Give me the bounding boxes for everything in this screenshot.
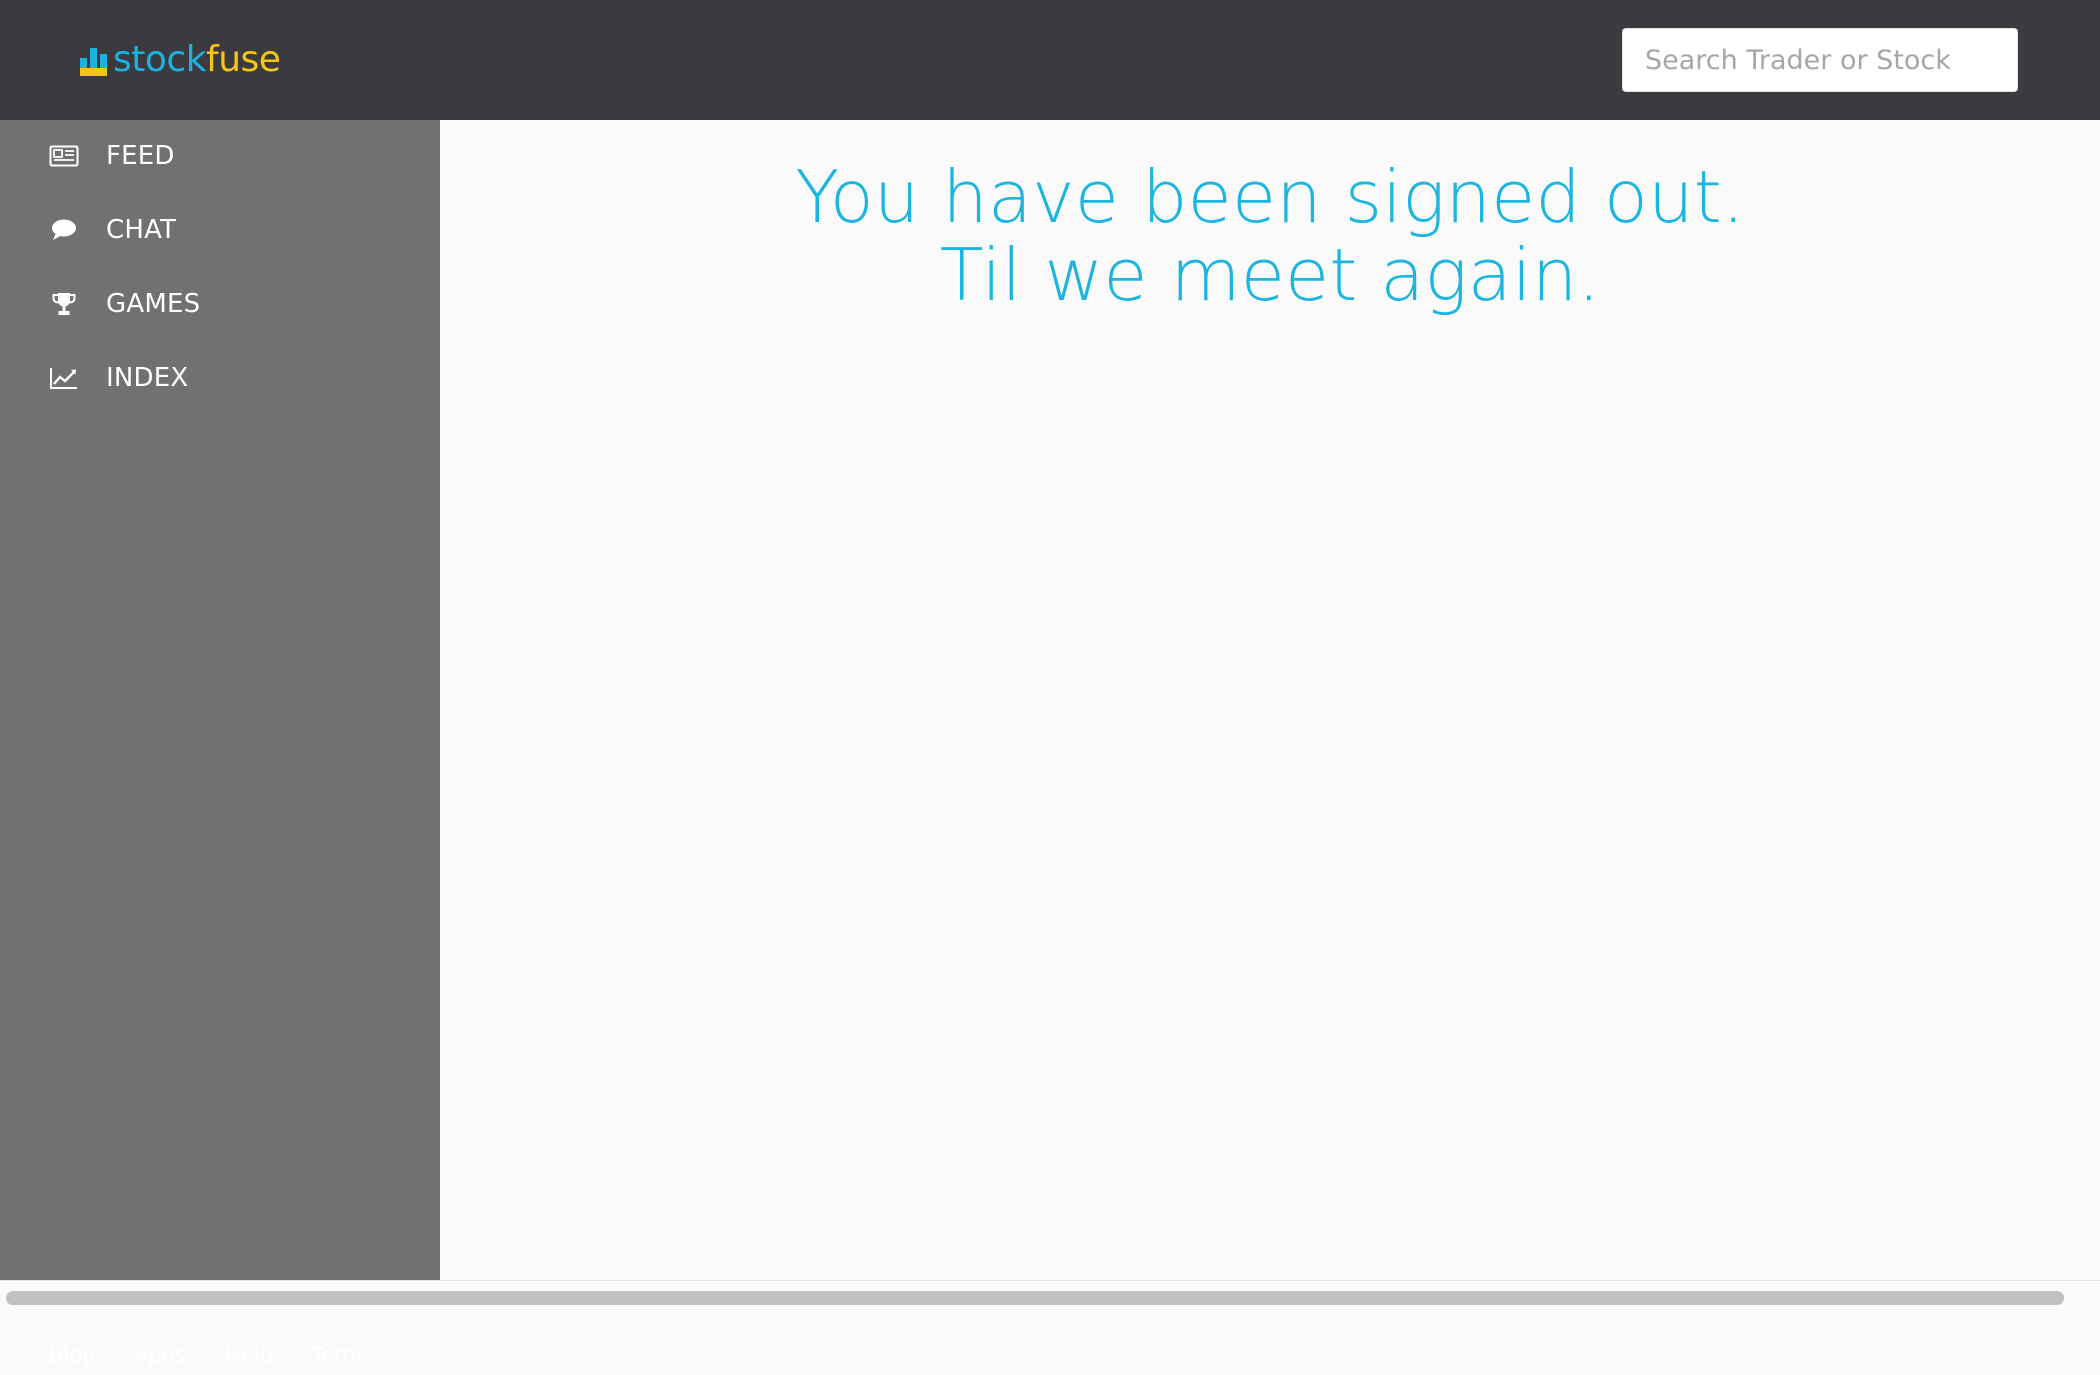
sidebar-item-feed[interactable]: FEED — [0, 126, 440, 186]
stockfuse-logo[interactable]: stockfuse — [79, 38, 281, 82]
sidebar: FEED CHAT GAMES INDEX Blog Apps Help Ter… — [0, 120, 440, 1367]
logo-text: stockfuse — [113, 38, 281, 82]
logo-text-fuse: fuse — [206, 39, 281, 80]
horizontal-scrollbar[interactable] — [0, 1280, 2100, 1310]
search-input[interactable] — [1622, 28, 2018, 92]
signed-out-line: You have been signed out. — [795, 155, 1745, 239]
speech-bubble-icon — [48, 214, 80, 246]
sidebar-footer-links: Blog Apps Help Terms — [0, 1335, 440, 1375]
logo-bars-icon — [80, 48, 107, 76]
main-content: You have been signed out. Til we meet ag… — [440, 120, 2100, 1280]
top-bar: stockfuse — [0, 0, 2100, 120]
sidebar-item-label: GAMES — [106, 289, 201, 319]
line-chart-icon — [48, 362, 80, 394]
farewell-line: Til we meet again. — [939, 233, 1601, 317]
sidebar-item-label: FEED — [106, 141, 175, 171]
footer-link-blog[interactable]: Blog — [49, 1335, 95, 1375]
signed-out-message: You have been signed out. Til we meet ag… — [440, 158, 2100, 314]
logo-text-stock: stock — [113, 39, 207, 80]
sidebar-item-chat[interactable]: CHAT — [0, 200, 440, 260]
footer-link-help[interactable]: Help — [225, 1335, 273, 1375]
newspaper-icon — [48, 140, 80, 172]
scrollbar-thumb[interactable] — [6, 1291, 2064, 1305]
sidebar-item-label: INDEX — [106, 363, 189, 393]
sidebar-item-games[interactable]: GAMES — [0, 274, 440, 334]
sidebar-item-label: CHAT — [106, 215, 177, 245]
sidebar-item-index[interactable]: INDEX — [0, 348, 440, 408]
footer-link-apps[interactable]: Apps — [134, 1335, 186, 1375]
trophy-icon — [48, 288, 80, 320]
footer-link-terms[interactable]: Terms — [312, 1335, 374, 1375]
